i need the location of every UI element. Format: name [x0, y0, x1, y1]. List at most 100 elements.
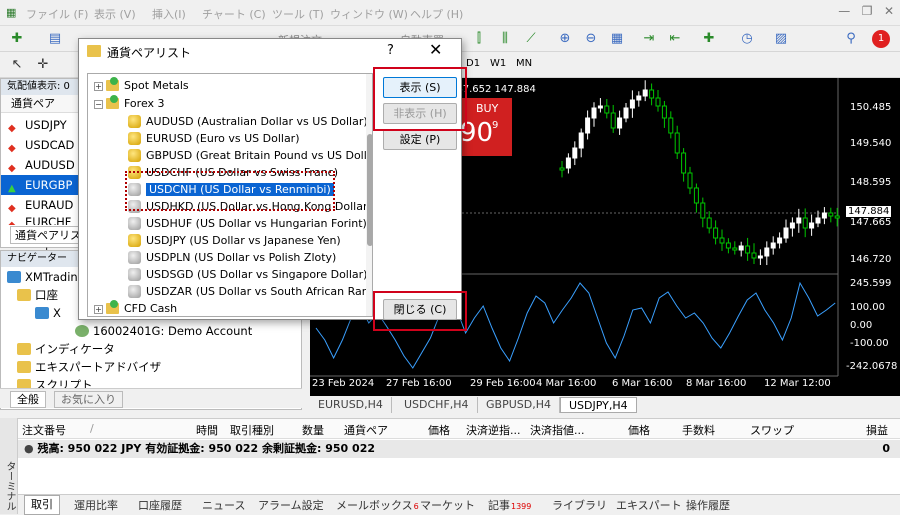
- menu-tools[interactable]: ツール (T): [272, 6, 324, 22]
- tree-symbol-item[interactable]: USDJPY (US Dollar vs Japanese Yen): [128, 233, 341, 249]
- indicators-icon[interactable]: ✚: [700, 30, 718, 48]
- col-price-current[interactable]: 価格: [628, 422, 650, 438]
- tree-group-spot-metals[interactable]: Spot Metals: [106, 77, 189, 94]
- settings-button[interactable]: 設定 (P): [383, 129, 457, 150]
- col-sort[interactable]: /: [90, 422, 94, 435]
- nav-accounts[interactable]: 口座: [17, 287, 58, 303]
- profiles-icon[interactable]: ▤: [46, 30, 64, 48]
- candle-body: [725, 242, 731, 249]
- balance-row[interactable]: ● 残高: 950 022 JPY 有効証拠金: 950 022 余剰証拠金: …: [18, 440, 900, 458]
- tab-trade[interactable]: 取引: [24, 495, 60, 515]
- candle-body: [610, 112, 616, 129]
- folder-icon: [17, 343, 31, 355]
- tree-symbol-item[interactable]: USDHUF (US Dollar vs Hungarian Forint): [128, 216, 367, 232]
- search-icon[interactable]: ⚲: [842, 30, 860, 48]
- expand-icon[interactable]: +: [94, 305, 103, 314]
- tab-chart-usdjpy[interactable]: USDJPY,H4: [560, 397, 637, 413]
- bar-chart-icon[interactable]: ⫿: [470, 30, 488, 48]
- nav-root[interactable]: XMTradin: [7, 269, 78, 285]
- col-sl[interactable]: 決済逆指...: [466, 422, 521, 438]
- tree-symbol-item[interactable]: AUDUSD (Australian Dollar vs US Dollar): [128, 114, 368, 130]
- menu-chart[interactable]: チャート (C): [202, 6, 266, 22]
- col-order[interactable]: 注文番号: [22, 422, 66, 438]
- nav-account-server[interactable]: X: [35, 305, 61, 321]
- tab-symbol-list[interactable]: 通貨ペアリスト: [10, 226, 86, 259]
- notification-badge[interactable]: 1: [872, 30, 890, 48]
- tab-chart-gbpusd[interactable]: GBPUSD,H4: [478, 397, 560, 413]
- close-icon[interactable]: ✕: [429, 40, 442, 59]
- new-chart-icon[interactable]: ✚: [8, 30, 26, 48]
- col-symbol[interactable]: 通貨ペア: [344, 422, 388, 438]
- tile-windows-icon[interactable]: ▦: [608, 30, 626, 48]
- tab-market[interactable]: マーケット: [420, 497, 475, 513]
- autoscroll-icon[interactable]: ⇤: [666, 30, 684, 48]
- col-commission[interactable]: 手数料: [682, 422, 715, 438]
- tree-group-forex3[interactable]: Forex 3: [106, 95, 165, 112]
- symbol-disabled-icon: [128, 217, 141, 230]
- periods-clock-icon[interactable]: ◷: [738, 30, 756, 48]
- candle-body: [674, 132, 680, 154]
- timeframe-d1[interactable]: D1: [466, 58, 480, 69]
- tree-symbol-item[interactable]: USDSGD (US Dollar vs Singapore Dollar): [128, 267, 367, 283]
- tab-experts[interactable]: エキスパート: [616, 497, 682, 513]
- cursor-icon[interactable]: ↖: [8, 56, 26, 74]
- timeframe-w1[interactable]: W1: [490, 58, 506, 69]
- col-profit[interactable]: 損益: [866, 422, 888, 438]
- tab-journal[interactable]: 操作履歴: [686, 497, 730, 513]
- market-watch-row[interactable]: ◆ USDJPY: [1, 115, 81, 135]
- menu-file[interactable]: ファイル (F): [26, 6, 88, 22]
- menu-window[interactable]: ウィンドウ (W): [330, 6, 408, 22]
- tab-chart-usdchf[interactable]: USDCHF,H4: [396, 397, 478, 413]
- col-size[interactable]: 数量: [302, 422, 324, 438]
- tree-group-cfd-cash[interactable]: CFD Cash: [106, 300, 177, 316]
- market-watch-row[interactable]: ◆ AUDUSD: [1, 155, 81, 175]
- candle-body: [713, 227, 719, 239]
- help-button[interactable]: ?: [387, 43, 394, 58]
- terminal-icon: [7, 271, 21, 283]
- nav-demo-account[interactable]: 16002401G: Demo Account: [75, 323, 252, 339]
- tab-articles[interactable]: 記事1399: [488, 497, 531, 513]
- menu-help[interactable]: ヘルプ (H): [410, 6, 463, 22]
- col-price[interactable]: 価格: [428, 422, 450, 438]
- market-watch-row[interactable]: ▲ EURGBP: [1, 175, 81, 195]
- expand-icon[interactable]: +: [94, 82, 103, 91]
- col-tp[interactable]: 決済指値...: [530, 422, 585, 438]
- tree-symbol-item[interactable]: EURUSD (Euro vs US Dollar): [128, 131, 300, 147]
- window-controls[interactable]: — ❐ ✕: [838, 4, 894, 18]
- line-chart-icon[interactable]: ⟋: [522, 30, 540, 48]
- crosshair-icon[interactable]: ✛: [34, 56, 52, 74]
- tree-symbol-item[interactable]: USDZAR (US Dollar vs South African Rand): [128, 284, 372, 300]
- market-watch-row[interactable]: ◆ USDCAD: [1, 135, 81, 155]
- tab-favorites[interactable]: お気に入り: [54, 391, 123, 408]
- menu-insert[interactable]: 挿入(I): [152, 6, 186, 22]
- market-watch-row[interactable]: ◆ EURAUD: [1, 195, 81, 215]
- chart-shift-icon[interactable]: ⇥: [640, 30, 658, 48]
- tab-alerts[interactable]: アラーム設定: [258, 497, 324, 513]
- tree-symbol-item[interactable]: USDPLN (US Dollar vs Polish Zloty): [128, 250, 336, 266]
- tree-scrollbar[interactable]: [366, 74, 372, 316]
- nav-indicators[interactable]: インディケータ: [17, 341, 115, 357]
- scrollbar-thumb[interactable]: [367, 134, 372, 246]
- col-type[interactable]: 取引種別: [230, 422, 274, 438]
- zoom-out-icon[interactable]: ⊖: [582, 30, 600, 48]
- market-watch-row[interactable]: ◆EURCHF: [1, 215, 81, 225]
- col-time[interactable]: 時間: [196, 422, 218, 438]
- tab-news[interactable]: ニュース: [202, 497, 245, 513]
- tree-symbol-item[interactable]: GBPUSD (Great Britain Pound vs US Dollar…: [128, 148, 372, 164]
- templates-icon[interactable]: ▨: [772, 30, 790, 48]
- candle-chart-icon[interactable]: ⫼: [496, 30, 514, 48]
- tab-exposure[interactable]: 運用比率: [74, 497, 118, 513]
- collapse-icon[interactable]: −: [94, 100, 103, 109]
- menu-view[interactable]: 表示 (V): [94, 6, 136, 22]
- nav-expert-advisors[interactable]: エキスパートアドバイザ: [17, 359, 161, 375]
- timeframe-mn[interactable]: MN: [516, 58, 532, 69]
- col-swap[interactable]: スワップ: [750, 422, 794, 438]
- user-icon: [75, 325, 89, 337]
- tab-mailbox[interactable]: メールボックス6: [336, 497, 419, 513]
- tab-chart-eurusd[interactable]: EURUSD,H4: [310, 397, 392, 413]
- tab-common[interactable]: 全般: [10, 391, 46, 408]
- tab-library[interactable]: ライブラリ: [552, 497, 607, 513]
- folder-icon: [17, 289, 31, 301]
- zoom-in-icon[interactable]: ⊕: [556, 30, 574, 48]
- tab-account-history[interactable]: 口座履歴: [138, 497, 182, 513]
